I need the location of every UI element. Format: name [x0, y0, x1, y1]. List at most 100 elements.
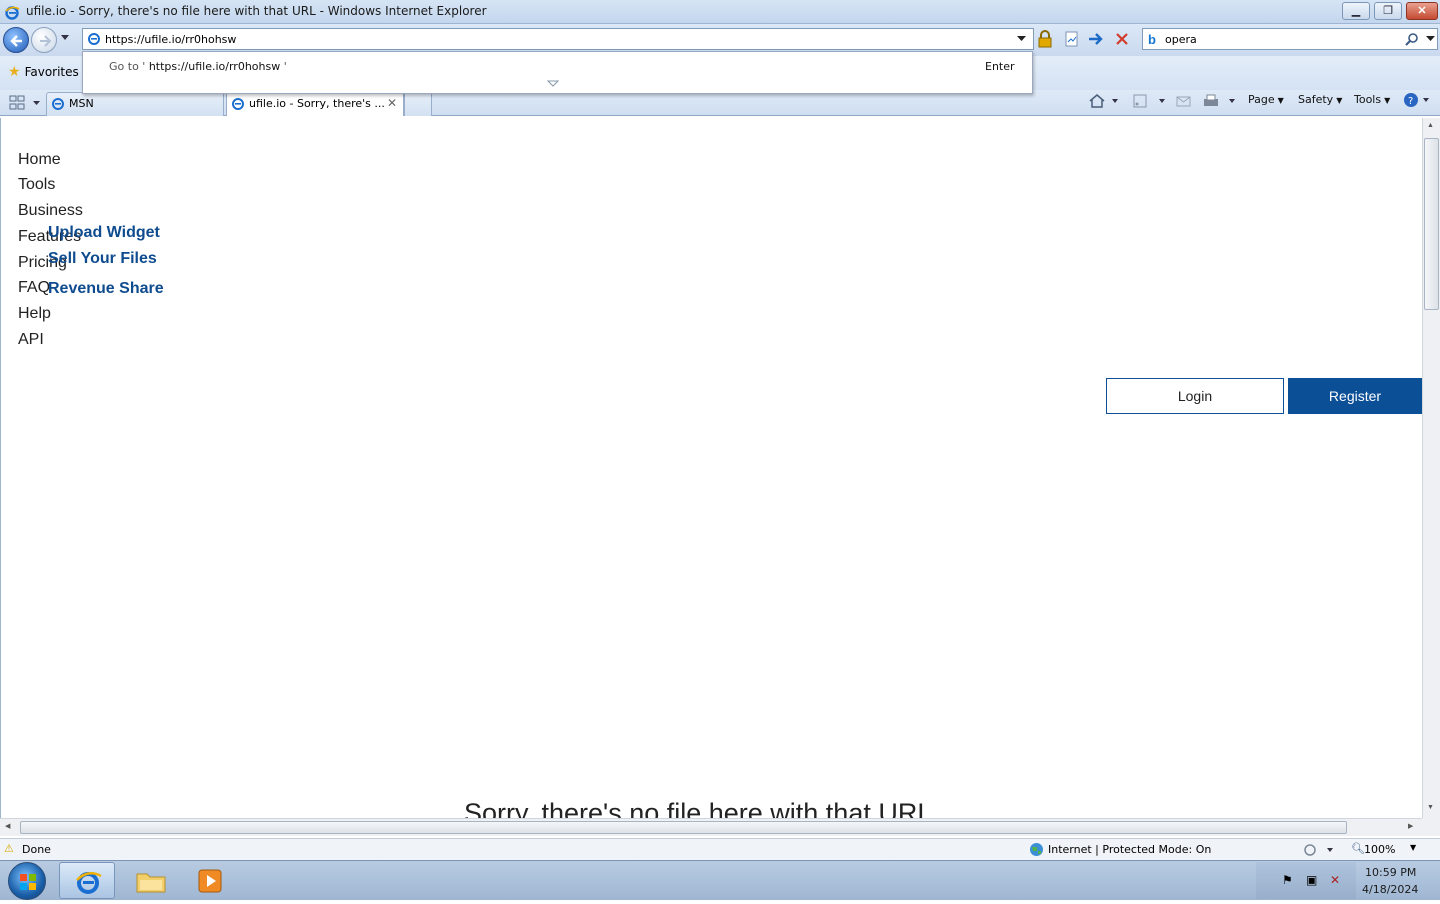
ie-page-icon: [52, 98, 64, 110]
recent-pages-dropdown-icon[interactable]: [60, 34, 70, 42]
compatibility-view-icon[interactable]: [1062, 30, 1082, 48]
autocomplete-enter-hint: Enter: [985, 60, 1015, 73]
window-titlebar: ufile.io - Sorry, there's no file here w…: [0, 0, 1440, 24]
forward-arrow-icon: [40, 35, 52, 47]
tab-msn[interactable]: MSN: [46, 92, 224, 116]
restore-icon: ❐: [1383, 5, 1393, 17]
ie-page-icon: [232, 98, 244, 110]
minimize-icon: ▁: [1351, 5, 1361, 17]
autocomplete-url: https://ufile.io/rr0hohsw: [148, 60, 281, 73]
clock-date[interactable]: 4/18/2024: [1362, 883, 1418, 896]
features-revenue-share[interactable]: Revenue Share: [48, 280, 164, 298]
globe-icon: [1030, 843, 1043, 856]
horizontal-scroll-thumb[interactable]: [20, 821, 1347, 834]
address-dropdown-icon[interactable]: [1017, 35, 1026, 42]
lock-icon[interactable]: [1035, 30, 1055, 48]
security-zone-text[interactable]: Internet | Protected Mode: On: [1048, 843, 1211, 856]
scrollbar-corner: [1422, 818, 1440, 836]
scroll-right-icon[interactable]: ▶: [1408, 822, 1413, 830]
action-center-flag-icon[interactable]: ⚑: [1282, 873, 1293, 887]
search-box[interactable]: b: [1142, 28, 1438, 50]
feeds-icon[interactable]: [1132, 93, 1168, 109]
expand-chevron-icon[interactable]: [547, 80, 559, 88]
zoom-dropdown-icon[interactable]: ▼: [1410, 843, 1416, 852]
star-icon: ★: [8, 64, 21, 80]
start-button[interactable]: [8, 862, 46, 900]
nav-api[interactable]: API: [18, 331, 44, 349]
network-icon[interactable]: ▣: [1306, 873, 1317, 887]
nav-business[interactable]: Business: [18, 202, 83, 220]
help-icon[interactable]: ?: [1403, 92, 1433, 108]
address-bar[interactable]: [82, 28, 1034, 50]
tools-menu-label: Tools: [1354, 93, 1382, 106]
go-arrow-icon[interactable]: [1086, 30, 1106, 48]
home-icon[interactable]: [1088, 93, 1118, 109]
taskbar-media-player[interactable]: [182, 862, 238, 899]
horizontal-scrollbar[interactable]: ◀ ▶: [0, 818, 1422, 836]
nav-tools[interactable]: Tools: [18, 176, 55, 194]
svg-text:?: ?: [1408, 96, 1413, 107]
scroll-up-icon[interactable]: ▲: [1427, 122, 1434, 129]
quick-tabs-icon[interactable]: [8, 94, 42, 112]
error-heading: Sorry, there's no file here with that UR…: [464, 798, 933, 818]
chevron-down-icon: ▼: [1336, 96, 1343, 105]
popup-blocker-icon[interactable]: [1302, 842, 1336, 857]
tools-menu[interactable]: Tools ▼: [1354, 93, 1390, 106]
internet-explorer-icon: [76, 872, 102, 894]
zoom-icon: 🔍︎: [1351, 842, 1365, 855]
autocomplete-suffix: ': [283, 60, 287, 73]
autocomplete-go-to-item[interactable]: Go to ' https://ufile.io/rr0hohsw ': [109, 60, 287, 73]
search-options-dropdown-icon[interactable]: [1426, 35, 1435, 42]
web-content: Home Tools Business Features Pricing FAQ…: [0, 118, 1422, 818]
mail-icon[interactable]: [1176, 93, 1192, 109]
taskbar-windows-explorer[interactable]: [122, 862, 178, 899]
nav-help[interactable]: Help: [18, 305, 51, 323]
vertical-scrollbar[interactable]: ▲ ▼: [1422, 118, 1440, 818]
close-window-button[interactable]: ✕: [1406, 2, 1438, 20]
tab-label: MSN: [69, 97, 94, 110]
windows-logo-icon: [20, 874, 36, 890]
zoom-level[interactable]: 100%: [1364, 843, 1395, 856]
clock-time[interactable]: 10:59 PM: [1365, 866, 1416, 879]
favorites-button[interactable]: ★ Favorites: [8, 64, 79, 80]
status-text: Done: [22, 843, 51, 856]
minimize-button[interactable]: ▁: [1342, 2, 1370, 20]
features-upload-widget[interactable]: Upload Widget: [48, 224, 160, 242]
vertical-scroll-thumb[interactable]: [1424, 138, 1439, 310]
close-icon: ✕: [1417, 5, 1427, 17]
stop-icon[interactable]: [1112, 30, 1132, 48]
search-icon[interactable]: [1405, 32, 1419, 46]
warning-icon: ⚠: [4, 842, 14, 855]
back-button[interactable]: [3, 27, 29, 53]
page-menu[interactable]: Page ▼: [1248, 93, 1284, 106]
autocomplete-prefix: Go to ': [109, 60, 146, 73]
features-sell-your-files[interactable]: Sell Your Files: [48, 250, 157, 268]
status-bar: ⚠ Done Internet | Protected Mode: On 🔍︎ …: [0, 838, 1440, 860]
address-autocomplete-dropdown[interactable]: Go to ' https://ufile.io/rr0hohsw ' Ente…: [82, 51, 1033, 94]
system-tray: ⚑ ▣ ✕: [1256, 862, 1356, 899]
login-button[interactable]: Login: [1106, 378, 1284, 414]
chevron-down-icon: ▼: [1277, 96, 1284, 105]
safety-menu[interactable]: Safety ▼: [1298, 93, 1342, 106]
forward-button[interactable]: [31, 27, 57, 53]
safety-menu-label: Safety: [1298, 93, 1334, 106]
restore-button[interactable]: ❐: [1374, 2, 1402, 20]
folder-icon: [136, 873, 166, 893]
close-tab-icon[interactable]: ✕: [387, 96, 397, 110]
volume-muted-icon[interactable]: ✕: [1330, 873, 1340, 887]
new-tab-button[interactable]: [404, 92, 432, 116]
page-menu-label: Page: [1248, 93, 1275, 106]
scroll-left-icon[interactable]: ◀: [5, 822, 10, 830]
scroll-down-icon[interactable]: ▼: [1427, 804, 1434, 811]
taskbar-internet-explorer[interactable]: [59, 862, 115, 899]
search-input[interactable]: [1165, 31, 1395, 47]
back-arrow-icon: [10, 35, 22, 47]
address-input[interactable]: [105, 31, 1005, 47]
print-icon[interactable]: [1202, 93, 1238, 109]
nav-home[interactable]: Home: [18, 151, 61, 169]
ie-logo-icon: [5, 6, 20, 20]
nav-faq[interactable]: FAQ: [18, 279, 50, 297]
tab-ufile[interactable]: ufile.io - Sorry, there's ... ✕: [226, 92, 404, 116]
page-icon: [88, 33, 100, 45]
register-button[interactable]: Register: [1288, 378, 1422, 414]
